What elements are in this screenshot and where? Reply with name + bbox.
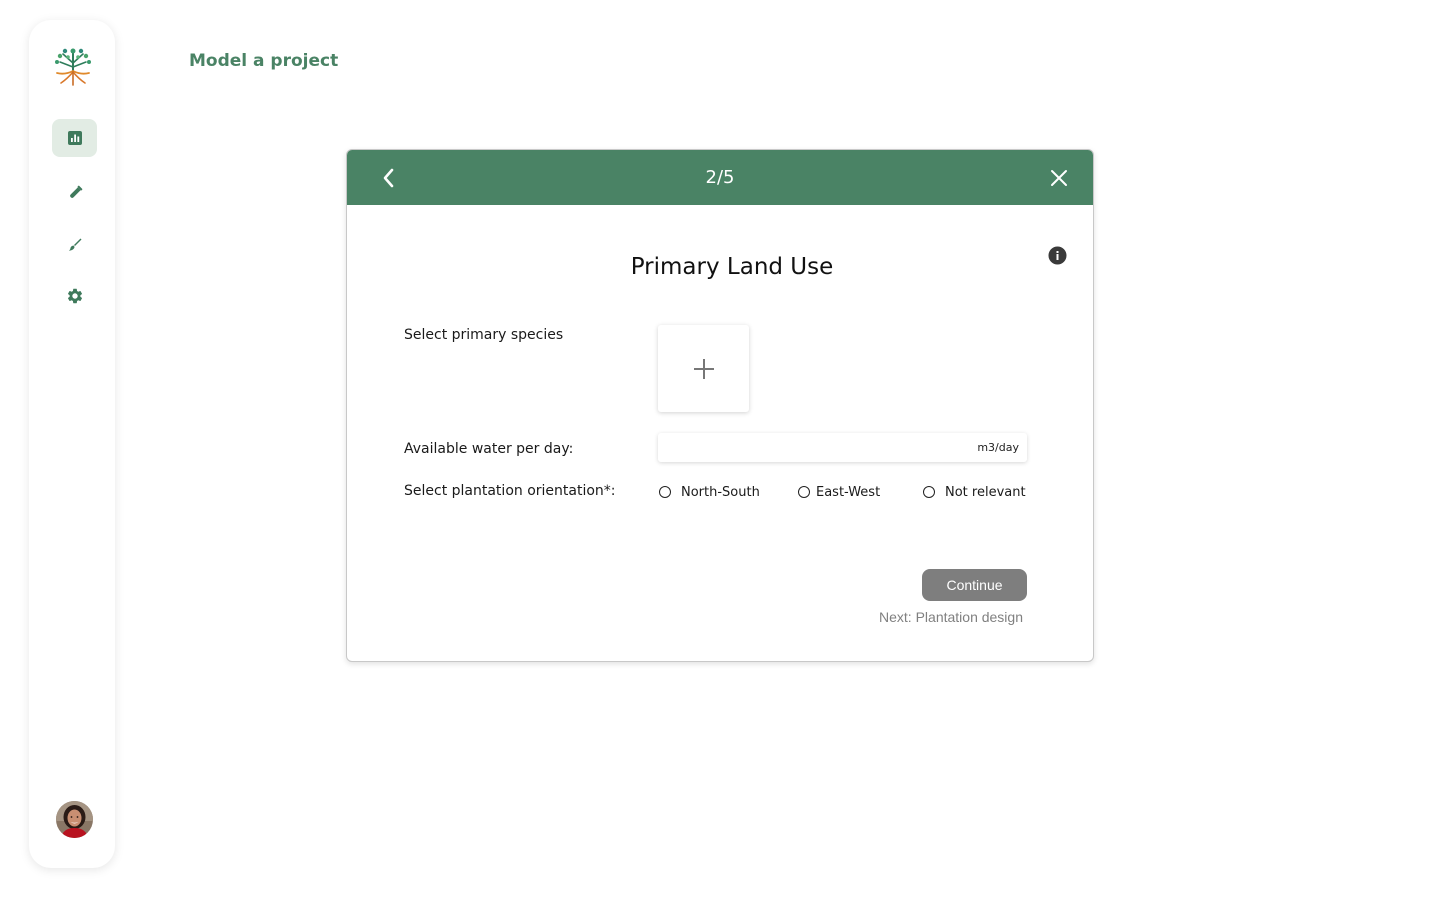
gear-icon — [67, 288, 82, 304]
water-label: Available water per day: — [404, 441, 574, 457]
add-species-button[interactable] — [658, 325, 749, 412]
wizard-modal: 2/5 Primary Land Use Select primary spec… — [346, 149, 1094, 662]
radio-label: East-West — [816, 484, 881, 500]
user-avatar[interactable] — [56, 801, 93, 838]
radio-label: North-South — [681, 484, 760, 500]
close-icon — [1051, 170, 1067, 186]
test-tube-icon — [69, 185, 82, 198]
water-input-wrapper: m3/day — [658, 433, 1027, 462]
water-input[interactable] — [658, 433, 968, 462]
radio-north-south[interactable]: North-South — [659, 483, 760, 501]
radio-not-relevant[interactable]: Not relevant — [923, 483, 1026, 501]
brush-icon — [68, 238, 81, 251]
tree-logo — [51, 45, 95, 89]
radio-circle — [659, 486, 671, 498]
sidebar — [29, 20, 115, 868]
chart-icon — [67, 131, 82, 145]
water-unit: m3/day — [977, 441, 1019, 454]
page-title: Model a project — [189, 51, 339, 71]
sidebar-item-lab[interactable] — [52, 174, 97, 212]
next-step-hint: Next: Plantation design — [879, 609, 1023, 625]
sidebar-item-settings[interactable] — [52, 277, 97, 315]
plus-icon — [693, 358, 714, 379]
sidebar-item-design[interactable] — [52, 226, 97, 264]
modal-title: Primary Land Use — [630, 254, 834, 280]
species-label: Select primary species — [404, 327, 564, 343]
radio-label: Not relevant — [945, 484, 1026, 500]
continue-button[interactable]: Continue — [922, 569, 1027, 601]
close-button[interactable] — [1047, 166, 1071, 190]
sidebar-item-dashboard[interactable] — [52, 119, 97, 157]
radio-east-west[interactable]: East-West — [798, 483, 880, 501]
radio-circle — [923, 486, 935, 498]
orientation-label: Select plantation orientation*: — [404, 483, 616, 499]
radio-circle — [798, 486, 810, 498]
modal-header: 2/5 — [347, 150, 1093, 205]
step-indicator: 2/5 — [705, 167, 735, 188]
